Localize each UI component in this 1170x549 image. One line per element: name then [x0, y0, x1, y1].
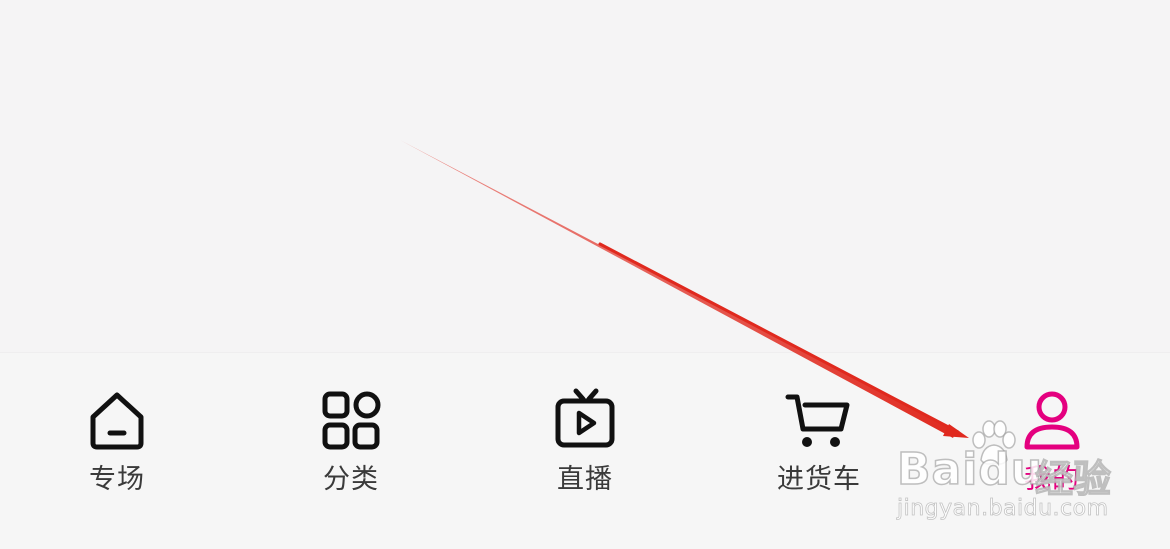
user-icon — [1024, 391, 1080, 450]
grid-icon — [322, 391, 381, 450]
tab-jinhuoche[interactable]: 进货车 — [739, 387, 899, 507]
tab-label-zhibo: 直播 — [557, 464, 613, 495]
tab-wode[interactable]: 我的 — [972, 387, 1132, 507]
tab-label-jinhuoche: 进货车 — [777, 464, 861, 495]
home-icon — [90, 392, 144, 450]
tab-zhibo[interactable]: 直播 — [505, 387, 665, 507]
content-area — [0, 0, 1170, 352]
tab-label-wode: 我的 — [1024, 464, 1080, 495]
tab-fenlei[interactable]: 分类 — [271, 387, 431, 507]
tab-label-fenlei: 分类 — [323, 464, 379, 495]
tab-zhuanchang[interactable]: 专场 — [37, 387, 197, 507]
bottom-tab-bar: 专场 分类 直播 进货车 我的 — [0, 352, 1170, 549]
tv-play-icon — [555, 388, 615, 448]
cart-icon — [785, 394, 850, 447]
tab-label-zhuanchang: 专场 — [89, 464, 145, 495]
app-screen: 专场 分类 直播 进货车 我的 Baidu 经验 jingyan.baidu.c… — [0, 0, 1170, 549]
